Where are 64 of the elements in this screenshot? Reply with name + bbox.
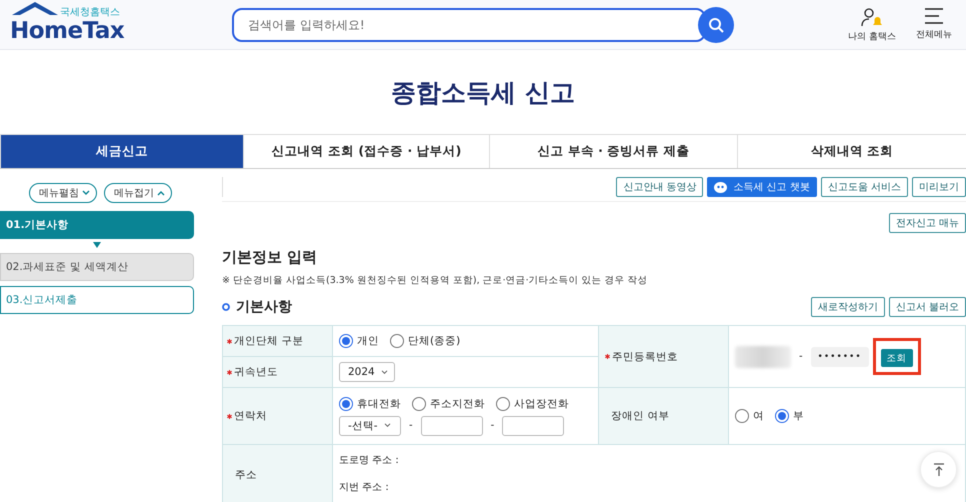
field-label: 주소 [235, 468, 257, 482]
subsection-title: 기본사항 [236, 298, 292, 316]
lookup-button[interactable]: 조회 [880, 349, 913, 368]
chevron-up-icon [157, 190, 165, 196]
menu-toggle-button[interactable]: 메뉴접기 [104, 183, 172, 203]
prefix-select[interactable]: -선택- [339, 416, 401, 436]
step-item[interactable]: 03.신고서제출 [0, 286, 194, 314]
house-logo-icon [10, 0, 60, 14]
radio-option[interactable]: 단체(종중) [390, 334, 460, 348]
toolbar-button[interactable]: 신고도움 서비스 [820, 177, 908, 197]
field-label: 주민등록번호 [612, 350, 678, 364]
phone-input-field[interactable] [502, 416, 564, 436]
down-arrow-icon [93, 242, 101, 248]
radio-option[interactable]: 주소지전화 [412, 396, 485, 410]
search-button[interactable] [698, 6, 734, 42]
field-label: 연락처 [234, 409, 267, 423]
note-text: ※ 단순경비율 사업소득(3.3% 원천징수된 인적용역 포함), 근로·연금·기타소득이 있는 경우 작성 [222, 274, 649, 287]
field-label: 장애인 여부 [611, 409, 670, 423]
radio-option[interactable]: 사업장전화 [496, 396, 569, 410]
page-title: 종합소득세 신고 [390, 76, 576, 108]
year-select[interactable]: 2024 [339, 362, 395, 382]
user-bell-icon [861, 6, 884, 26]
required-icon [227, 370, 232, 374]
step-item[interactable]: 02.과세표준 및 세액계산 [0, 253, 194, 281]
chevron-down-icon [380, 370, 388, 374]
toolbar-button[interactable]: 신고안내 동영상 [616, 177, 704, 197]
menu-toggle-button[interactable]: 메뉴펼침 [29, 183, 97, 203]
nav-button[interactable]: 전체메뉴 [916, 6, 952, 42]
chevron-down-icon [384, 423, 391, 428]
ring-bullet-icon [222, 303, 230, 311]
blurred-field [735, 346, 791, 368]
radio-option[interactable]: 휴대전화 [339, 396, 401, 410]
address-label: 지번 주소 : [339, 481, 390, 494]
logo-subtitle: 국세청홈택스 [60, 6, 121, 18]
nav-button[interactable]: 나의 홈택스 [848, 6, 896, 42]
required-icon [605, 354, 610, 359]
separator-text: - [799, 351, 803, 362]
separator-text: - [409, 420, 413, 431]
search-icon [708, 16, 724, 32]
required-icon [227, 414, 232, 418]
radio-option[interactable]: 여 [735, 409, 764, 423]
robot-icon [714, 182, 728, 192]
chevron-down-icon [82, 190, 90, 196]
tab[interactable]: 세금신고 [0, 135, 243, 168]
manual-button[interactable]: 전자신고 매뉴 [888, 213, 966, 233]
action-button[interactable]: 신고서 불러오 [888, 297, 966, 317]
radio-option[interactable]: 부 [775, 409, 804, 423]
radio-option[interactable]: 개인 [339, 334, 379, 348]
section-heading: 기본정보 입력 [222, 248, 318, 267]
phone-input-field[interactable] [420, 416, 483, 436]
toolbar-button[interactable]: 미리보기 [912, 177, 966, 197]
separator-text: - [490, 420, 494, 431]
toolbar-button[interactable]: 소득세 신고 챗봇 [707, 177, 817, 197]
field-label: 귀속년도 [234, 365, 278, 379]
required-icon [227, 338, 232, 344]
address-label: 도로명 주소 : [339, 454, 400, 467]
action-button[interactable]: 새로작성하기 [810, 297, 885, 317]
field-label: 개인단체 구분 [234, 334, 304, 348]
logo-title: HomeTax [10, 18, 126, 42]
masked-field[interactable]: ••••••• [810, 346, 869, 366]
menu-icon [924, 6, 944, 24]
search-field[interactable]: 검색어를 입력하세요! [232, 8, 706, 42]
step-item[interactable]: 01.기본사항 [0, 211, 194, 239]
arrow-up-icon [932, 462, 944, 476]
